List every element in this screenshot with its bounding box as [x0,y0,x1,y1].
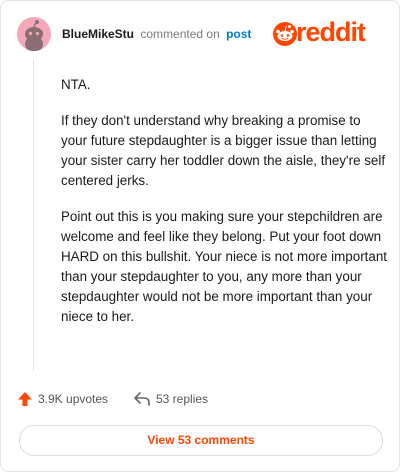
comment-footer: 3.9K upvotes 53 replies [17,389,383,409]
reddit-logo[interactable]: reddit [273,17,383,49]
comment-paragraph-2: If they don't understand why breaking a … [61,113,386,188]
reply-arrow-icon [134,392,150,406]
view-comments-button[interactable]: View 53 comments [19,425,383,456]
comment-body: NTA. If they don't understand why breaki… [61,75,387,343]
comment-card: BlueMikeStu commented on post reddit NTA… [0,0,400,472]
comment-header: BlueMikeStu commented on post reddit [17,17,383,53]
reply-count: 53 replies [156,392,209,406]
username-link[interactable]: BlueMikeStu [62,27,134,41]
reddit-wordmark: reddit [296,17,366,47]
comment-paragraph-1: NTA. [61,77,91,92]
snoo-avatar-icon [17,17,51,51]
upvote-arrow-icon [18,392,32,406]
user-avatar[interactable] [17,17,51,51]
comment-byline: BlueMikeStu commented on post [62,27,251,41]
thread-line[interactable] [33,59,34,371]
reddit-snoo-icon [273,22,297,46]
comment-paragraph-3: Point out this is you making sure your s… [61,209,387,324]
post-link[interactable]: post [226,27,251,41]
byline-action-text: commented on [140,27,220,41]
upvote-count: 3.9K upvotes [38,392,109,406]
